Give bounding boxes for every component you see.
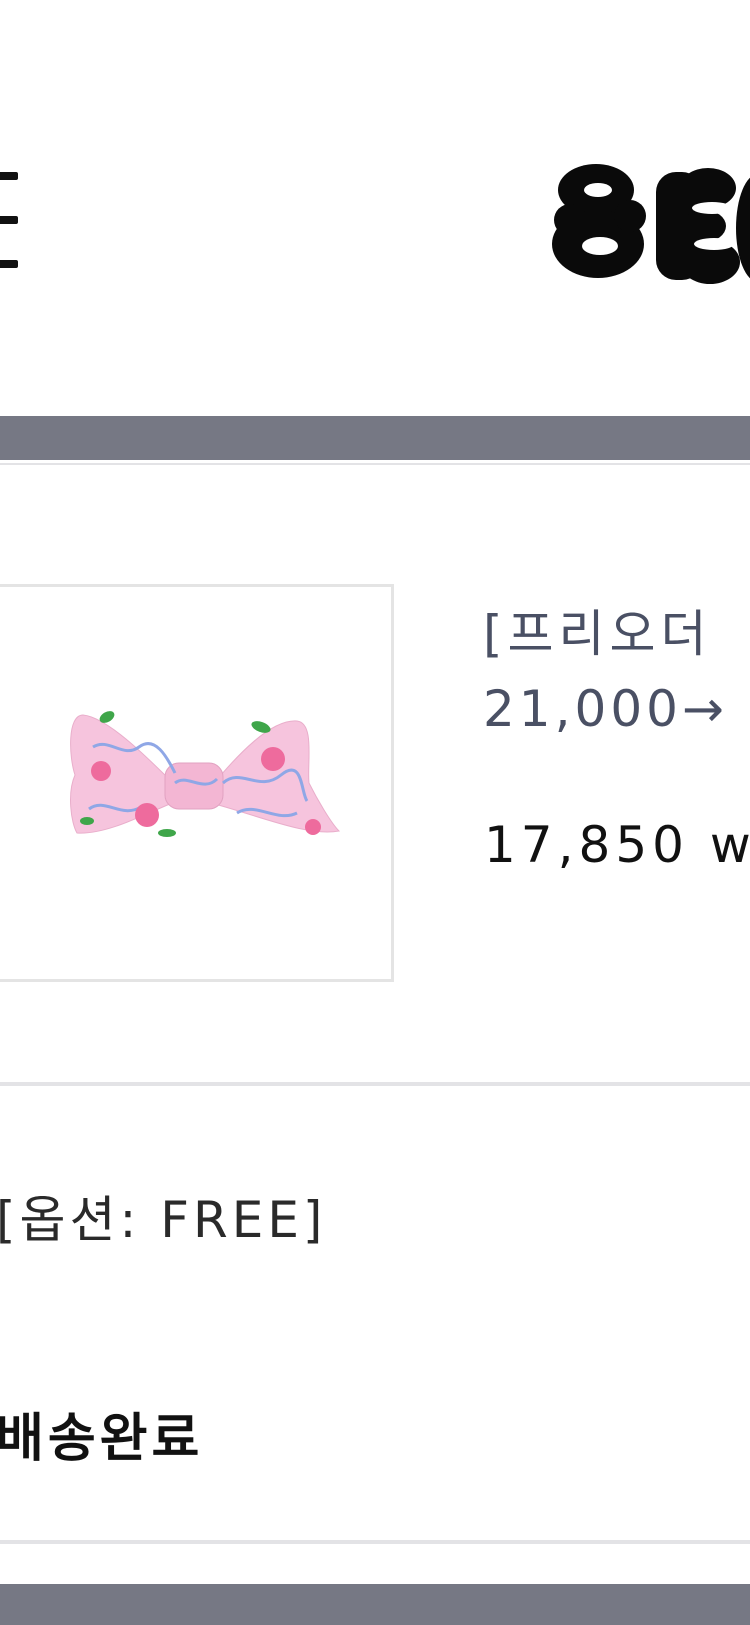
divider — [0, 463, 750, 465]
delivery-status: 배송완료 — [0, 1409, 204, 1469]
sale-price: 17,850 w — [484, 816, 750, 874]
product-thumbnail[interactable] — [0, 584, 394, 982]
divider — [0, 1540, 750, 1544]
hamburger-menu-icon[interactable] — [0, 172, 20, 268]
pink-floral-bow-image — [70, 711, 341, 837]
original-price: 21,000→ — [483, 680, 728, 738]
section-bar-bottom — [0, 1584, 750, 1625]
top-clipped-remnant — [120, 0, 280, 6]
section-bar-top — [0, 416, 750, 460]
product-option: [옵션: FREE] — [0, 1191, 327, 1249]
divider — [0, 1082, 750, 1086]
brand-logo-icon[interactable] — [548, 150, 750, 300]
product-title[interactable]: [프리오더 — [483, 594, 712, 666]
